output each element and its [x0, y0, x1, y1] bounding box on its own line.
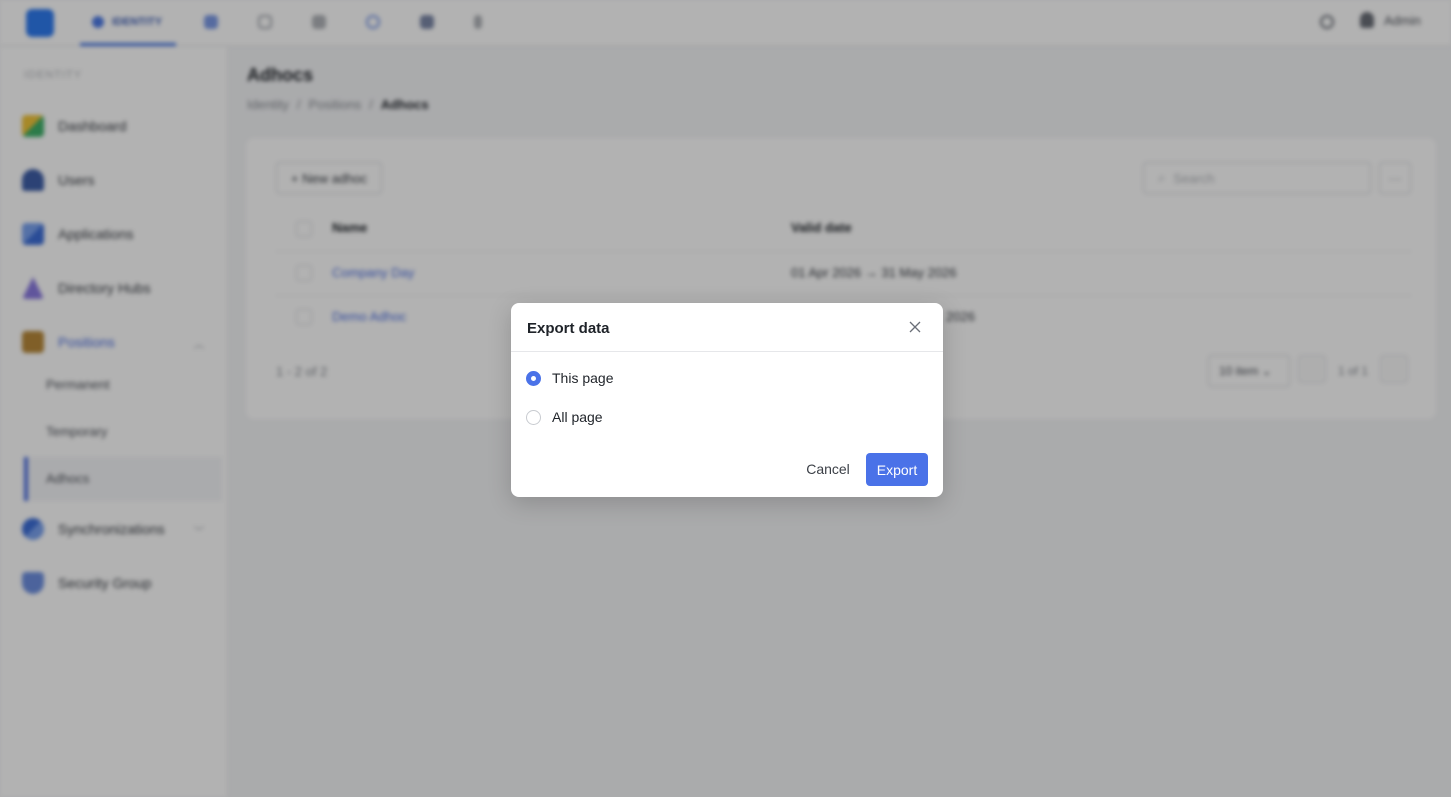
radio-all-page[interactable]	[526, 409, 541, 425]
option-this-page[interactable]: This page	[526, 370, 613, 386]
dialog-title: Export data	[527, 320, 610, 337]
option-all-page[interactable]: All page	[526, 409, 603, 425]
close-icon[interactable]	[907, 319, 923, 335]
dialog-header: Export data	[511, 303, 943, 352]
export-button[interactable]: Export	[866, 453, 928, 486]
cancel-button[interactable]: Cancel	[798, 453, 858, 485]
option-label: All page	[552, 409, 603, 425]
option-label: This page	[552, 370, 614, 386]
export-data-dialog: Export data This page All page Cancel Ex…	[511, 303, 943, 497]
radio-this-page[interactable]	[526, 370, 541, 386]
